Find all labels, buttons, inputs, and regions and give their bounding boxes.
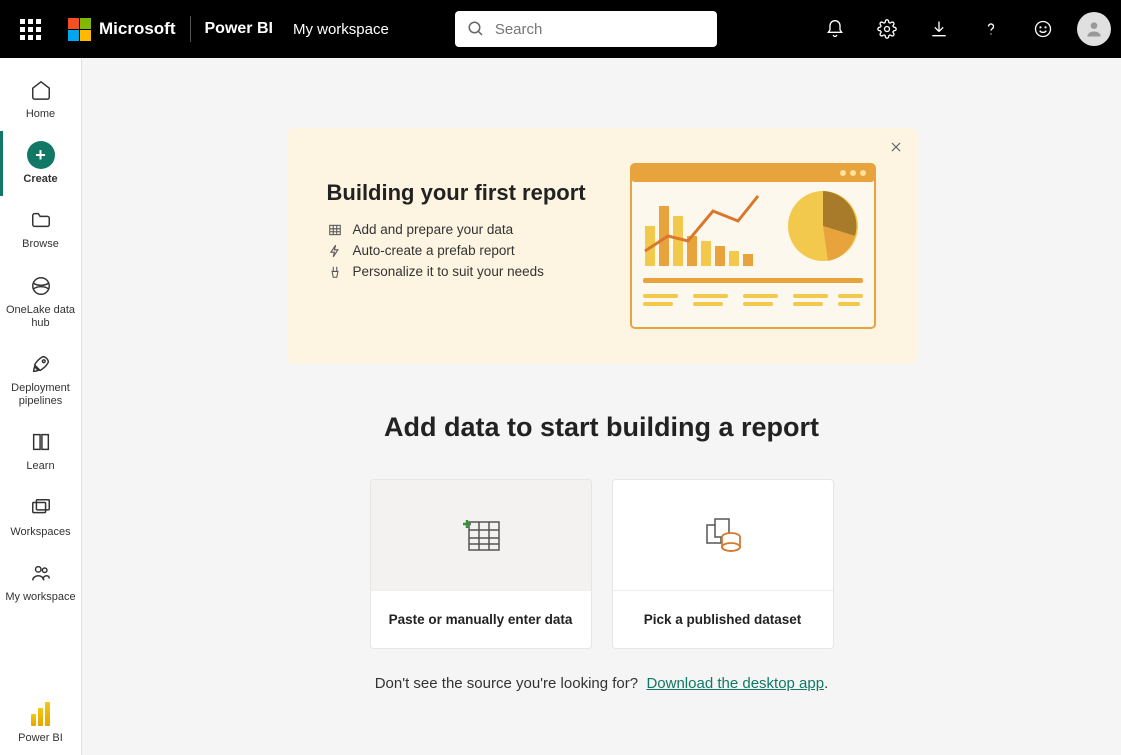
footer-prompt-text: Don't see the source you're looking for? [375,675,638,692]
sidebar-item-learn[interactable]: Learn [0,418,81,483]
close-icon [889,140,903,154]
table-plus-icon [459,516,503,554]
sidebar-item-my-workspace[interactable]: My workspace [0,549,81,614]
sidebar-item-label: Workspaces [10,526,70,539]
card-label: Pick a published dataset [613,590,833,648]
header-divider [190,16,191,42]
microsoft-brand-text: Microsoft [99,19,176,39]
sidebar-item-home[interactable]: Home [0,66,81,131]
card-label: Paste or manually enter data [371,590,591,648]
download-icon [929,19,949,39]
notifications-button[interactable] [811,5,859,53]
banner-step-text: Personalize it to suit your needs [353,264,544,279]
banner-text: Building your first report Add and prepa… [327,156,603,336]
data-hub-icon [30,275,52,297]
banner-illustration [623,156,883,336]
workspace-breadcrumb[interactable]: My workspace [293,21,389,38]
brush-icon [327,265,343,279]
footer-period: . [824,675,828,692]
sidebar-item-label: Learn [26,460,54,473]
sidebar-item-label: My workspace [5,591,75,604]
settings-button[interactable] [863,5,911,53]
home-icon [30,79,52,101]
table-icon [327,223,343,237]
first-report-banner: Building your first report Add and prepa… [287,128,917,364]
banner-step-text: Auto-create a prefab report [353,243,515,258]
feedback-button[interactable] [1019,5,1067,53]
sidebar-item-label: OneLake data hub [4,304,77,330]
header-actions [811,5,1111,53]
search-icon [467,20,485,38]
banner-step-text: Add and prepare your data [353,222,514,237]
rocket-icon [30,353,52,375]
workspaces-icon [30,497,52,519]
book-icon [30,431,52,453]
banner-title: Building your first report [327,180,603,206]
smiley-icon [1033,19,1053,39]
footer-prompt: Don't see the source you're looking for?… [82,675,1121,692]
sidebar-item-create[interactable]: + Create [0,131,81,196]
left-sidebar: Home + Create Browse OneLake data hub De… [0,58,82,755]
banner-step-3: Personalize it to suit your needs [327,264,603,279]
sidebar-item-powerbi[interactable]: Power BI [0,690,81,755]
search-input[interactable] [495,21,705,38]
app-launcher-button[interactable] [10,9,50,49]
data-source-cards: Paste or manually enter data Pick a publ… [82,479,1121,649]
account-button[interactable] [1077,12,1111,46]
main-content: Building your first report Add and prepa… [82,58,1121,755]
download-desktop-link[interactable]: Download the desktop app [646,675,824,692]
banner-close-button[interactable] [889,140,903,159]
sidebar-item-label: Create [23,173,57,186]
sidebar-item-deployment[interactable]: Deployment pipelines [0,340,81,418]
waffle-icon [20,19,41,40]
help-button[interactable] [967,5,1015,53]
sidebar-item-label: Home [26,108,55,121]
banner-step-1: Add and prepare your data [327,222,603,237]
product-name: Power BI [205,20,273,38]
person-icon [1084,19,1104,39]
card-paste-data[interactable]: Paste or manually enter data [370,479,592,649]
folder-icon [30,209,52,231]
question-icon [981,19,1001,39]
search-box[interactable] [455,11,717,47]
microsoft-logo-icon [68,18,91,41]
top-header: Microsoft Power BI My workspace [0,0,1121,58]
plus-circle-icon: + [27,141,55,169]
microsoft-logo: Microsoft [68,18,176,41]
lightning-icon [327,244,343,258]
sidebar-item-workspaces[interactable]: Workspaces [0,484,81,549]
card-published-dataset[interactable]: Pick a published dataset [612,479,834,649]
sidebar-item-label: Browse [22,238,59,251]
people-icon [30,562,52,584]
dataset-icon [701,515,745,555]
download-button[interactable] [915,5,963,53]
bell-icon [825,19,845,39]
banner-step-2: Auto-create a prefab report [327,243,603,258]
sidebar-item-label: Power BI [18,732,63,745]
sidebar-item-browse[interactable]: Browse [0,196,81,261]
sidebar-item-onelake[interactable]: OneLake data hub [0,262,81,340]
powerbi-icon [31,702,51,726]
gear-icon [877,19,897,39]
add-data-heading: Add data to start building a report [82,412,1121,443]
sidebar-item-label: Deployment pipelines [4,382,77,408]
